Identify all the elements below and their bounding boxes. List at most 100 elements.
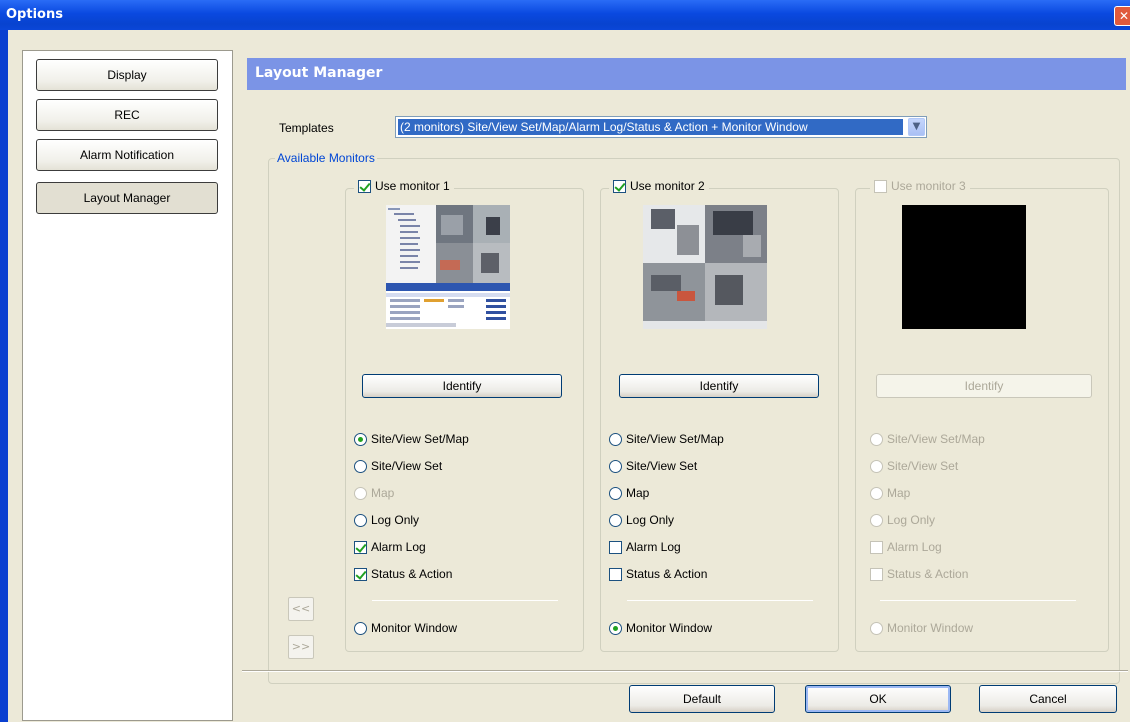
use-monitor-1-checkbox[interactable]: Use monitor 1 <box>354 179 454 193</box>
monitor-3-monitor-window-radio: Monitor Window <box>870 621 973 635</box>
radio-circle[interactable] <box>609 486 622 500</box>
checkbox-box[interactable] <box>609 540 622 554</box>
radio-circle <box>870 486 883 500</box>
option-label: Site/View Set <box>371 459 443 473</box>
monitor-2-monitor-window-radio[interactable]: Monitor Window <box>609 621 712 635</box>
monitor-3-log-only-radio: Log Only <box>870 513 935 527</box>
radio-circle <box>354 486 367 500</box>
option-label: Alarm Log <box>626 540 681 554</box>
monitor-2-group: Use monitor 2 Identify Site/View Set/Map… <box>600 179 839 652</box>
monitor-2-status-action-checkbox[interactable]: Status & Action <box>609 567 707 581</box>
use-monitor-1-label: Use monitor 1 <box>375 179 450 193</box>
monitor-3-site-view-set-map-radio: Site/View Set/Map <box>870 432 985 446</box>
cancel-button[interactable]: Cancel <box>979 685 1117 713</box>
move-right-button[interactable]: >> <box>288 635 314 659</box>
page-title: Layout Manager <box>247 58 1126 90</box>
checkbox-box[interactable] <box>613 179 626 193</box>
checkbox-box[interactable] <box>609 567 622 581</box>
monitor-2-site-view-set-map-radio[interactable]: Site/View Set/Map <box>609 432 724 446</box>
option-label: Status & Action <box>887 567 969 581</box>
monitor-1-monitor-window-radio[interactable]: Monitor Window <box>354 621 457 635</box>
radio-circle[interactable] <box>609 621 622 635</box>
monitor-3-map-radio: Map <box>870 486 910 500</box>
use-monitor-3-label: Use monitor 3 <box>891 179 966 193</box>
available-monitors-label: Available Monitors <box>275 151 377 165</box>
monitor-3-group: Use monitor 3 Identify Site/View Set/Map… <box>855 179 1109 652</box>
option-label: Log Only <box>371 513 420 527</box>
option-label: Log Only <box>626 513 675 527</box>
option-label: Status & Action <box>626 567 708 581</box>
option-label: Map <box>626 486 650 500</box>
monitor-1-group: Use monitor 1 Identify Site/View Set/Map… <box>345 179 584 652</box>
separator <box>627 600 813 601</box>
close-icon[interactable]: ✕ <box>1114 6 1130 26</box>
ok-button[interactable]: OK <box>805 685 951 713</box>
option-label: Site/View Set/Map <box>371 432 469 446</box>
monitor-3-status-action-checkbox: Status & Action <box>870 567 968 581</box>
dialog-client-area: Display REC Alarm Notification Layout Ma… <box>8 30 1130 722</box>
monitor-2-preview-image <box>643 205 767 329</box>
sidebar-item-display[interactable]: Display <box>36 59 218 91</box>
radio-circle[interactable] <box>354 513 367 527</box>
option-label: Site/View Set <box>626 459 698 473</box>
chevron-down-icon[interactable]: ▼ <box>908 118 925 136</box>
option-label: Monitor Window <box>626 621 713 635</box>
monitor-1-status-action-checkbox[interactable]: Status & Action <box>354 567 452 581</box>
templates-label: Templates <box>279 121 334 135</box>
radio-circle <box>870 432 883 446</box>
option-label: Site/View Set <box>887 459 959 473</box>
monitor-1-map-radio: Map <box>354 486 394 500</box>
identify-monitor-3-button: Identify <box>876 374 1092 398</box>
option-label: Log Only <box>887 513 936 527</box>
option-label: Map <box>371 486 395 500</box>
radio-circle <box>870 621 883 635</box>
checkbox-box <box>870 567 883 581</box>
monitor-1-alarm-log-checkbox[interactable]: Alarm Log <box>354 540 426 554</box>
move-left-button[interactable]: << <box>288 597 314 621</box>
radio-circle[interactable] <box>354 621 367 635</box>
checkbox-box[interactable] <box>358 179 371 193</box>
identify-monitor-1-button[interactable]: Identify <box>362 374 562 398</box>
option-label: Map <box>887 486 911 500</box>
window-title: Options <box>6 7 63 22</box>
use-monitor-2-label: Use monitor 2 <box>630 179 705 193</box>
radio-circle[interactable] <box>609 459 622 473</box>
radio-circle[interactable] <box>354 459 367 473</box>
option-label: Monitor Window <box>371 621 458 635</box>
monitor-2-map-radio[interactable]: Map <box>609 486 649 500</box>
sidebar-item-layout-manager[interactable]: Layout Manager <box>36 182 218 214</box>
checkbox-box <box>874 179 887 193</box>
title-bar: Options ✕ <box>0 0 1130 30</box>
identify-monitor-2-button[interactable]: Identify <box>619 374 819 398</box>
radio-circle[interactable] <box>609 432 622 446</box>
checkbox-box[interactable] <box>354 567 367 581</box>
monitor-1-log-only-radio[interactable]: Log Only <box>354 513 419 527</box>
option-label: Status & Action <box>371 567 453 581</box>
checkbox-box[interactable] <box>354 540 367 554</box>
templates-dropdown[interactable]: (2 monitors) Site/View Set/Map/Alarm Log… <box>395 116 927 138</box>
monitor-1-site-view-set-map-radio[interactable]: Site/View Set/Map <box>354 432 469 446</box>
sidebar-item-rec[interactable]: REC <box>36 99 218 131</box>
separator <box>372 600 558 601</box>
radio-circle[interactable] <box>354 432 367 446</box>
monitor-2-log-only-radio[interactable]: Log Only <box>609 513 674 527</box>
category-sidebar: Display REC Alarm Notification Layout Ma… <box>22 50 233 721</box>
monitor-1-site-view-set-radio[interactable]: Site/View Set <box>354 459 442 473</box>
options-window: Options ✕ Display REC Alarm Notification… <box>0 0 1130 722</box>
templates-selected-value: (2 monitors) Site/View Set/Map/Alarm Log… <box>398 119 903 135</box>
monitor-3-site-view-set-radio: Site/View Set <box>870 459 958 473</box>
radio-circle[interactable] <box>609 513 622 527</box>
use-monitor-2-checkbox[interactable]: Use monitor 2 <box>609 179 709 193</box>
sidebar-item-alarm-notification[interactable]: Alarm Notification <box>36 139 218 171</box>
monitor-2-site-view-set-radio[interactable]: Site/View Set <box>609 459 697 473</box>
monitor-3-preview-image <box>902 205 1026 329</box>
option-label: Alarm Log <box>371 540 426 554</box>
checkbox-box <box>870 540 883 554</box>
monitor-1-preview-image <box>386 205 510 329</box>
default-button[interactable]: Default <box>629 685 775 713</box>
monitor-3-alarm-log-checkbox: Alarm Log <box>870 540 942 554</box>
monitor-2-alarm-log-checkbox[interactable]: Alarm Log <box>609 540 681 554</box>
option-label: Alarm Log <box>887 540 942 554</box>
radio-circle <box>870 459 883 473</box>
option-label: Site/View Set/Map <box>887 432 985 446</box>
